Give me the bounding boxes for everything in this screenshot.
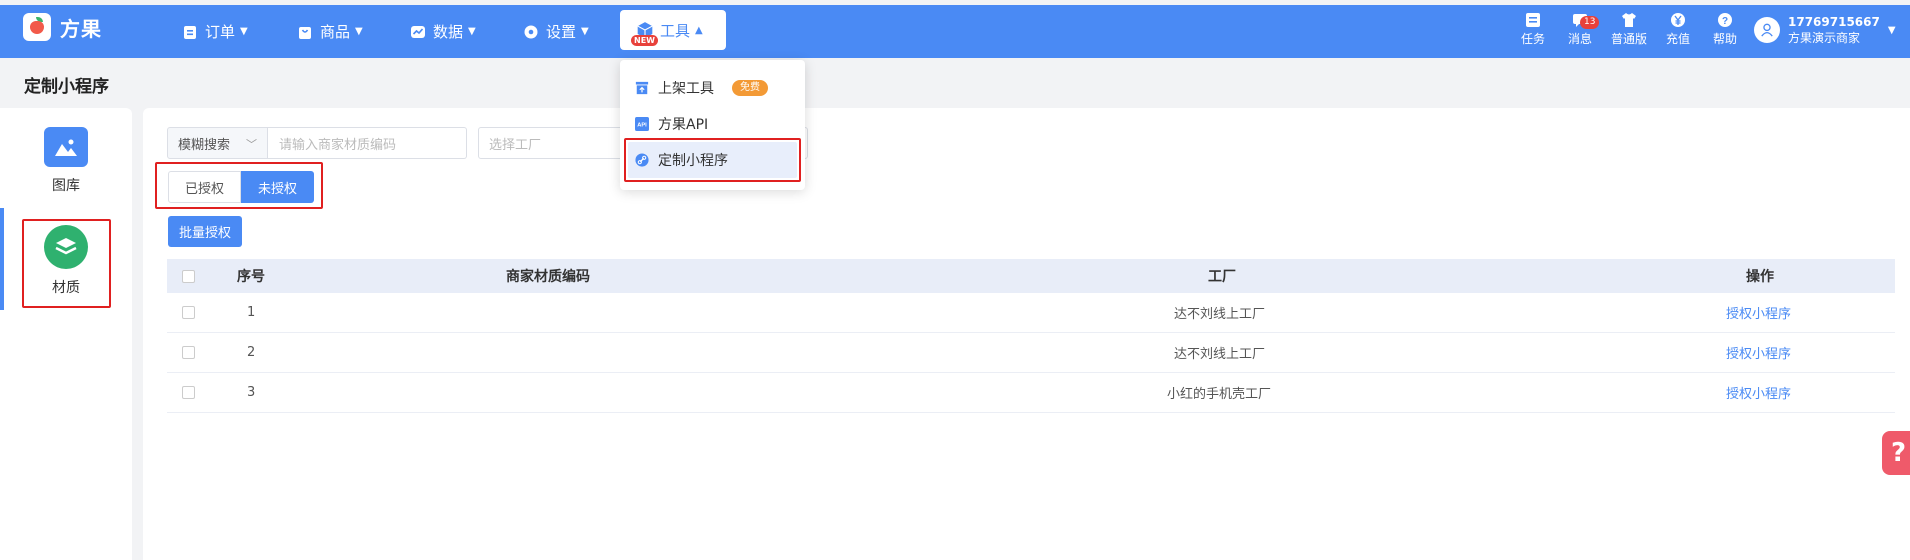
- caret-down-icon: ▼: [355, 26, 363, 37]
- highlight-box-mini-program: [624, 138, 801, 182]
- nav-settings[interactable]: 设置 ▼: [523, 5, 589, 58]
- avatar: [1754, 17, 1780, 43]
- menu-item-api[interactable]: API 方果API: [620, 106, 805, 142]
- select-all-checkbox[interactable]: [182, 270, 195, 283]
- new-badge: NEW: [631, 35, 658, 46]
- svg-text:API: API: [637, 123, 647, 129]
- row-factory: 小红的手机壳工厂: [1167, 387, 1272, 402]
- search-mode-value: 模糊搜索: [178, 137, 231, 153]
- nav-products-label: 商品: [320, 23, 351, 41]
- nav-products[interactable]: 商品 ▼: [297, 5, 363, 58]
- authorize-miniprogram-link[interactable]: 授权小程序: [1726, 293, 1791, 332]
- recharge-label: 充值: [1665, 32, 1690, 46]
- shirt-icon: [1622, 13, 1636, 27]
- row-index: 3: [247, 385, 256, 400]
- apple-logo-icon: [23, 13, 51, 41]
- nav-data[interactable]: 数据 ▼: [410, 5, 476, 58]
- menu-item-listing-tool-label: 上架工具: [658, 81, 714, 97]
- caret-down-icon: ▼: [468, 26, 476, 37]
- user-phone: 17769715667: [1788, 15, 1880, 29]
- highlight-box-material: [22, 219, 111, 308]
- left-item-gallery-label: 图库: [52, 178, 80, 194]
- header-code: 商家材质编码: [506, 269, 590, 285]
- help-label: 帮助: [1712, 32, 1737, 46]
- brand[interactable]: 方果: [23, 13, 102, 41]
- caret-down-icon: ▼: [581, 26, 589, 37]
- table-row: 2 达不刘线上工厂 授权小程序: [167, 333, 1895, 373]
- tasks-button[interactable]: 任务: [1513, 8, 1553, 47]
- chevron-down-icon: ﹀: [246, 138, 257, 151]
- row-index: 1: [247, 305, 256, 320]
- messages-button[interactable]: 13 消息: [1560, 8, 1600, 47]
- header-action: 操作: [1746, 269, 1774, 285]
- image-icon: [44, 127, 88, 167]
- help-button[interactable]: ? 帮助: [1705, 8, 1745, 47]
- row-factory: 达不刘线上工厂: [1174, 347, 1266, 362]
- row-checkbox[interactable]: [182, 306, 195, 319]
- chart-icon: [411, 25, 425, 38]
- user-icon: [1761, 23, 1773, 37]
- row-checkbox[interactable]: [182, 346, 195, 359]
- highlight-box-tabs: [155, 162, 323, 209]
- brand-name: 方果: [60, 16, 102, 41]
- user-menu[interactable]: 17769715667 方果演示商家 ▼: [1754, 10, 1896, 50]
- free-tag: 免费: [732, 80, 768, 96]
- search-mode-select[interactable]: 模糊搜索 ﹀: [167, 127, 268, 159]
- recharge-button[interactable]: 充值: [1658, 8, 1698, 47]
- caret-down-icon: ▼: [1887, 24, 1896, 36]
- authorize-miniprogram-link[interactable]: 授权小程序: [1726, 373, 1791, 412]
- left-item-gallery[interactable]: 图库: [0, 127, 132, 195]
- nav-data-label: 数据: [433, 23, 464, 41]
- header-factory: 工厂: [1208, 269, 1236, 285]
- header-index: 序号: [237, 269, 265, 285]
- gear-icon: [524, 25, 538, 38]
- authorize-miniprogram-link[interactable]: 授权小程序: [1726, 333, 1791, 372]
- floating-help-icon[interactable]: ?: [1882, 431, 1910, 475]
- left-panel: 图库 材质: [0, 108, 132, 560]
- help-circle-icon: ?: [1718, 13, 1732, 27]
- bag-icon: [299, 26, 311, 39]
- message-count-badge: 13: [1580, 16, 1600, 29]
- table-header: 序号 商家材质编码 工厂 操作: [167, 259, 1895, 293]
- clipboard-icon: [184, 25, 196, 39]
- yuan-coin-icon: [1671, 13, 1685, 27]
- page-title: 定制小程序: [24, 77, 109, 97]
- row-checkbox[interactable]: [182, 386, 195, 399]
- row-factory: 达不刘线上工厂: [1174, 307, 1266, 322]
- row-index: 2: [247, 345, 256, 360]
- user-name: 方果演示商家: [1788, 31, 1861, 45]
- menu-item-api-label: 方果API: [658, 117, 709, 133]
- messages-label: 消息: [1567, 32, 1592, 46]
- nav-settings-label: 设置: [546, 23, 577, 41]
- api-icon: API: [635, 117, 649, 131]
- batch-authorize-button[interactable]: 批量授权: [168, 216, 242, 247]
- edition-button[interactable]: 普通版: [1607, 8, 1651, 47]
- material-code-input[interactable]: 请输入商家材质编码: [267, 127, 467, 159]
- table-row: 3 小红的手机壳工厂 授权小程序: [167, 373, 1895, 413]
- tasks-label: 任务: [1520, 32, 1545, 46]
- caret-down-icon: ▼: [240, 26, 248, 37]
- caret-up-icon: ▲: [695, 24, 703, 36]
- nav-tools-label: 工具: [660, 21, 691, 40]
- nav-orders[interactable]: 订单 ▼: [182, 5, 248, 58]
- menu-item-listing-tool[interactable]: 上架工具 免费: [620, 70, 805, 106]
- upload-box-icon: [635, 81, 649, 95]
- task-list-icon: [1526, 13, 1540, 27]
- table-row: 1 达不刘线上工厂 授权小程序: [167, 293, 1895, 333]
- nav-tools[interactable]: 工具 ▲ NEW: [620, 10, 726, 50]
- edition-label: 普通版: [1610, 32, 1647, 46]
- nav-orders-label: 订单: [205, 23, 236, 41]
- svg-text:?: ?: [1722, 16, 1728, 27]
